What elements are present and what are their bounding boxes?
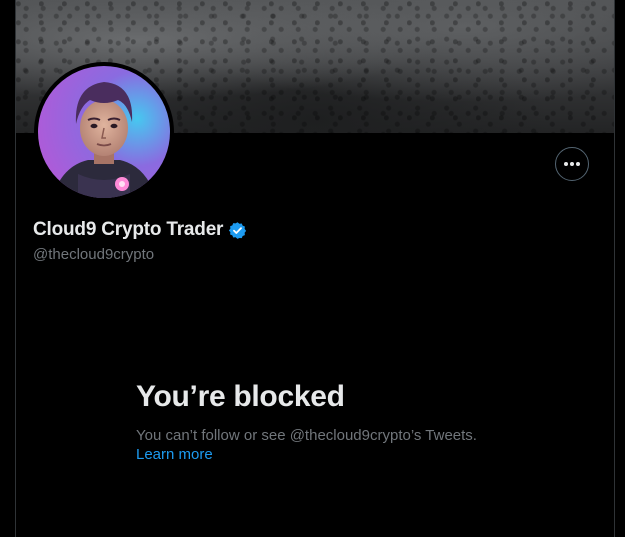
verified-badge-icon[interactable] bbox=[228, 221, 247, 240]
blocked-title: You’re blocked bbox=[136, 380, 345, 413]
profile-avatar[interactable] bbox=[34, 62, 174, 202]
display-name-row: Cloud9 Crypto Trader bbox=[33, 219, 247, 241]
profile-column: Cloud9 Crypto Trader @thecloud9crypto Yo… bbox=[15, 0, 615, 537]
avatar-image bbox=[38, 66, 170, 198]
blocked-description: You can’t follow or see @thecloud9crypto… bbox=[136, 427, 477, 444]
more-horizontal-icon bbox=[564, 162, 580, 166]
page: Cloud9 Crypto Trader @thecloud9crypto Yo… bbox=[0, 0, 625, 537]
display-name: Cloud9 Crypto Trader bbox=[33, 219, 224, 240]
learn-more-link[interactable]: Learn more bbox=[136, 446, 213, 463]
more-options-button[interactable] bbox=[555, 147, 589, 181]
profile-handle: @thecloud9crypto bbox=[33, 246, 155, 263]
